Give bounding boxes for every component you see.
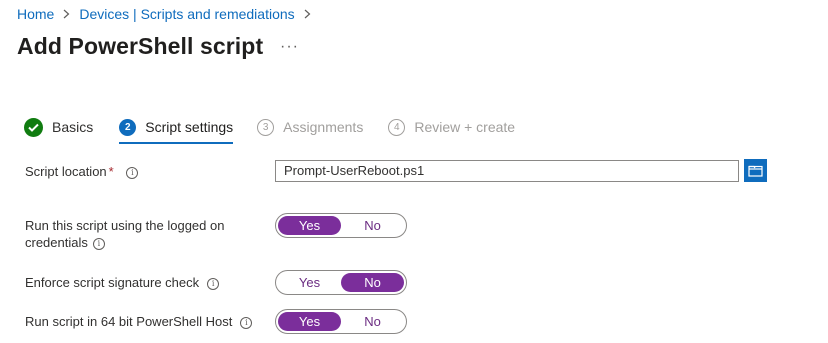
info-icon[interactable]: i [126,166,139,179]
breadcrumb: Home Devices | Scripts and remediations [17,6,320,22]
step-basics[interactable]: Basics [24,116,93,138]
info-icon[interactable]: i [240,316,253,329]
run-as-logged-on-label-line2: credentials [25,235,88,250]
run-as-logged-on-label-line1: Run this script using the logged on [25,218,225,233]
signature-check-toggle[interactable]: Yes No [275,270,407,295]
step-number-badge: 2 [119,118,137,136]
wizard-steps: Basics 2 Script settings 3 Assignments 4… [24,116,515,144]
step-number-badge: 4 [388,118,406,136]
checkmark-icon [24,117,43,137]
step-assignments[interactable]: 3 Assignments [257,116,363,138]
script-location-input[interactable]: Prompt-UserReboot.ps1 [275,160,739,182]
step-assignments-label: Assignments [283,119,364,135]
run-64bit-label-text: Run script in 64 bit PowerShell Host [25,314,233,329]
script-location-label-text: Script location [25,164,107,179]
run-64bit-yes[interactable]: Yes [278,312,341,331]
chevron-right-icon [304,9,311,19]
step-script-settings-label: Script settings [145,119,234,135]
signature-check-label: Enforce script signature check i [25,274,220,291]
breadcrumb-home-link[interactable]: Home [17,6,54,22]
info-icon[interactable]: i [92,237,105,250]
browse-folder-button[interactable] [744,159,767,182]
run-64bit-label: Run script in 64 bit PowerShell Host i [25,313,253,330]
step-basics-label: Basics [52,119,94,135]
script-location-label: Script location * i [25,163,139,180]
info-icon[interactable]: i [207,277,220,290]
step-review-create[interactable]: 4 Review + create [388,116,515,138]
signature-check-yes[interactable]: Yes [278,273,341,292]
folder-icon [748,165,763,177]
step-review-create-label: Review + create [414,119,516,135]
required-marker: * [108,164,114,179]
run-64bit-toggle[interactable]: Yes No [275,309,407,334]
run-as-logged-on-label: Run this script using the logged on cred… [25,217,224,251]
chevron-right-icon [63,9,70,19]
signature-check-no[interactable]: No [341,273,404,292]
signature-check-label-text: Enforce script signature check [25,275,200,290]
page-title: Add PowerShell script [17,33,264,59]
run-as-logged-on-no[interactable]: No [341,216,404,235]
breadcrumb-section-link[interactable]: Devices | Scripts and remediations [79,6,294,22]
step-number-badge: 3 [257,118,275,136]
run-as-logged-on-toggle[interactable]: Yes No [275,213,407,238]
run-as-logged-on-yes[interactable]: Yes [278,216,341,235]
run-64bit-no[interactable]: No [341,312,404,331]
more-options-icon[interactable]: ··· [280,38,299,56]
step-script-settings[interactable]: 2 Script settings [119,116,234,144]
